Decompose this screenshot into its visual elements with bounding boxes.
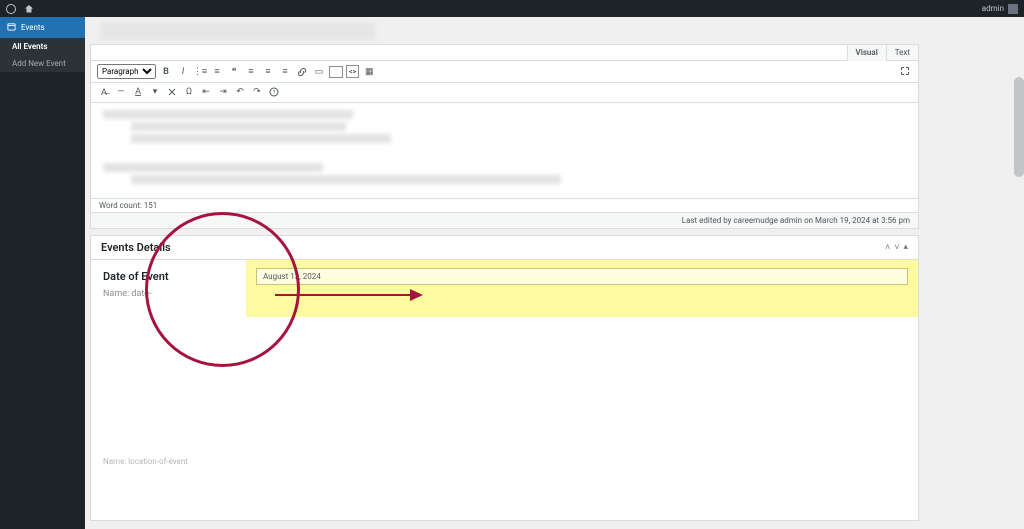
- undo-button[interactable]: ↶: [233, 85, 247, 99]
- editor-toolbar-row2: A̶ — A ▾ Ω ⇤ ⇥ ↶ ↷ ?: [91, 83, 918, 103]
- editor-panel: Visual Text Paragraph B I ⋮≡ ≡ ❝ ≡ ≡ ≡: [90, 44, 919, 229]
- chevron-up-icon[interactable]: ˄: [885, 242, 890, 253]
- textcolor-button[interactable]: A: [131, 85, 145, 99]
- readmore-button[interactable]: ▭: [312, 65, 326, 79]
- special-char-button[interactable]: Ω: [182, 85, 196, 99]
- align-right-button[interactable]: ≡: [278, 65, 292, 79]
- link-button[interactable]: [295, 65, 309, 79]
- blockquote-button[interactable]: ❝: [227, 65, 241, 79]
- field-date-of-event: Date of Event Name: date-: [91, 260, 918, 317]
- editor-status-bar: Word count: 151: [91, 198, 918, 212]
- scrollbar[interactable]: [1014, 17, 1024, 529]
- avatar[interactable]: [1008, 4, 1018, 14]
- word-count: Word count: 151: [99, 201, 157, 210]
- metabox-menu-icon[interactable]: ▴: [903, 242, 908, 253]
- fullscreen-button[interactable]: [898, 64, 912, 78]
- toolbar-toggle-button[interactable]: ▦: [362, 65, 376, 79]
- svg-text:?: ?: [273, 90, 276, 96]
- metabox-title: Events Details: [101, 241, 171, 254]
- format-select[interactable]: Paragraph: [97, 64, 156, 79]
- help-button[interactable]: ?: [267, 85, 281, 99]
- clear-format-button[interactable]: [165, 85, 179, 99]
- sidebar-item-events[interactable]: Events: [0, 17, 85, 38]
- outdent-button[interactable]: ⇤: [199, 85, 213, 99]
- sidebar-sub-add-new[interactable]: Add New Event: [0, 55, 85, 72]
- align-left-button[interactable]: ≡: [244, 65, 258, 79]
- wordpress-logo-icon[interactable]: [6, 4, 16, 14]
- textcolor-dropdown[interactable]: ▾: [148, 85, 162, 99]
- location-field-hint: Name: location-of-event: [103, 457, 906, 466]
- sidebar-item-label: Events: [21, 23, 45, 32]
- strike-button[interactable]: A̶: [97, 85, 111, 99]
- italic-button[interactable]: I: [176, 65, 190, 79]
- sidebar-sub-all-events[interactable]: All Events: [0, 38, 85, 55]
- events-details-metabox: Events Details ˄ ˅ ▴ Date of Event Name:…: [90, 235, 919, 521]
- admin-sidebar: Events All Events Add New Event: [0, 17, 85, 529]
- scroll-thumb[interactable]: [1014, 77, 1024, 177]
- admin-topbar: admin: [0, 0, 1024, 17]
- field-label-text: Date of Event: [103, 270, 234, 283]
- redo-button[interactable]: ↷: [250, 85, 264, 99]
- date-of-event-input[interactable]: [256, 268, 908, 285]
- indent-button[interactable]: ⇥: [216, 85, 230, 99]
- code-button[interactable]: <>: [346, 65, 359, 78]
- post-title-placeholder[interactable]: [100, 22, 375, 40]
- bullet-list-button[interactable]: ⋮≡: [193, 65, 207, 79]
- main-content: Visual Text Paragraph B I ⋮≡ ≡ ❝ ≡ ≡ ≡: [85, 17, 1024, 529]
- field-hint: Name: date-: [103, 289, 234, 299]
- tab-visual[interactable]: Visual: [847, 45, 886, 61]
- chevron-down-icon[interactable]: ˅: [894, 242, 899, 253]
- tab-text[interactable]: Text: [886, 45, 918, 60]
- align-center-button[interactable]: ≡: [261, 65, 275, 79]
- number-list-button[interactable]: ≡: [210, 65, 224, 79]
- calendar-icon: [7, 22, 16, 33]
- editor-tabs: Visual Text: [91, 45, 918, 61]
- hr-button[interactable]: —: [114, 85, 128, 99]
- bold-button[interactable]: B: [159, 65, 173, 79]
- color-button[interactable]: [329, 66, 343, 78]
- last-edited-label: Last edited by careernudge admin on Marc…: [91, 212, 918, 228]
- home-icon[interactable]: [24, 4, 34, 14]
- editor-body[interactable]: [91, 103, 918, 198]
- editor-toolbar: Paragraph B I ⋮≡ ≡ ❝ ≡ ≡ ≡ ▭ <> ▦: [91, 61, 918, 83]
- topbar-user[interactable]: admin: [982, 4, 1004, 13]
